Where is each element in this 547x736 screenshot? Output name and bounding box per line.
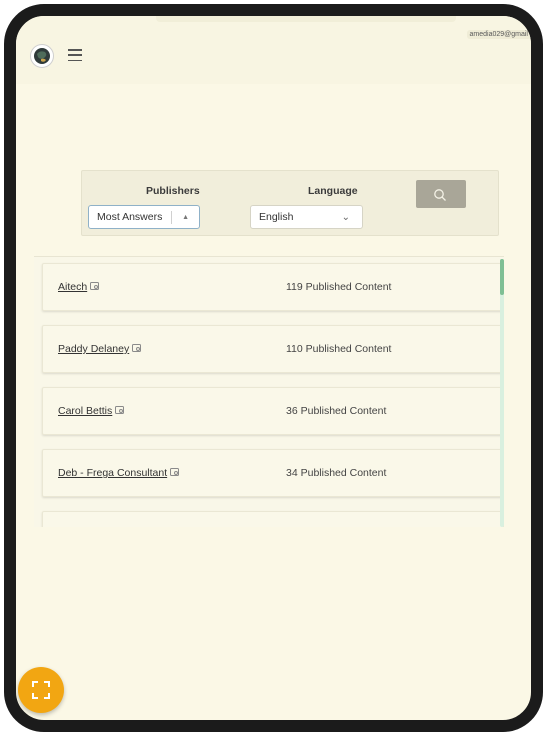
publisher-list[interactable]: Aitech 119 Published Content Paddy Delan… (34, 256, 504, 527)
top-strip (156, 16, 456, 22)
publishers-label: Publishers (146, 185, 200, 197)
fullscreen-button[interactable] (18, 667, 64, 713)
list-item-partial (42, 511, 504, 527)
filter-panel: Publishers Language Most Answers ▲ Engli… (81, 170, 499, 236)
search-button[interactable] (416, 180, 466, 208)
chevron-down-icon: ⌄ (341, 212, 350, 223)
globe-logo-icon[interactable] (30, 44, 54, 68)
published-count: 36 Published Content (286, 405, 387, 417)
published-count: 110 Published Content (286, 343, 392, 355)
list-item: Paddy Delaney 110 Published Content (42, 325, 504, 373)
scrollbar-handle[interactable] (500, 259, 504, 295)
list-item: Aitech 119 Published Content (42, 263, 504, 311)
hamburger-menu-icon[interactable] (68, 49, 82, 61)
top-bar: amedia029@gmail (16, 16, 531, 84)
search-icon (434, 189, 446, 201)
chevron-up-icon: ▲ (182, 214, 189, 221)
user-email[interactable]: amedia029@gmail (466, 30, 531, 39)
select-separator (171, 211, 172, 224)
message-icon[interactable] (132, 344, 142, 352)
publishers-selected-value: Most Answers (97, 211, 163, 223)
scrollbar[interactable] (500, 259, 504, 527)
publisher-link[interactable]: Deb - Frega Consultant (58, 467, 180, 479)
message-icon[interactable] (90, 282, 100, 290)
language-selected-value: English (259, 211, 294, 223)
published-count: 119 Published Content (286, 281, 392, 293)
language-select[interactable]: English ⌄ (250, 205, 363, 229)
publisher-link[interactable]: Aitech (58, 281, 100, 293)
list-item: Carol Bettis 36 Published Content (42, 387, 504, 435)
published-count: 34 Published Content (286, 467, 387, 479)
device-frame: amedia029@gmail Publishers Language Most… (4, 4, 543, 732)
list-item: Deb - Frega Consultant 34 Published Cont… (42, 449, 504, 497)
language-label: Language (308, 185, 358, 197)
publishers-select[interactable]: Most Answers ▲ (88, 205, 200, 229)
message-icon[interactable] (115, 406, 125, 414)
publisher-link[interactable]: Paddy Delaney (58, 343, 142, 355)
message-icon[interactable] (170, 468, 180, 476)
fullscreen-icon (32, 681, 50, 699)
publisher-link[interactable]: Carol Bettis (58, 405, 125, 417)
